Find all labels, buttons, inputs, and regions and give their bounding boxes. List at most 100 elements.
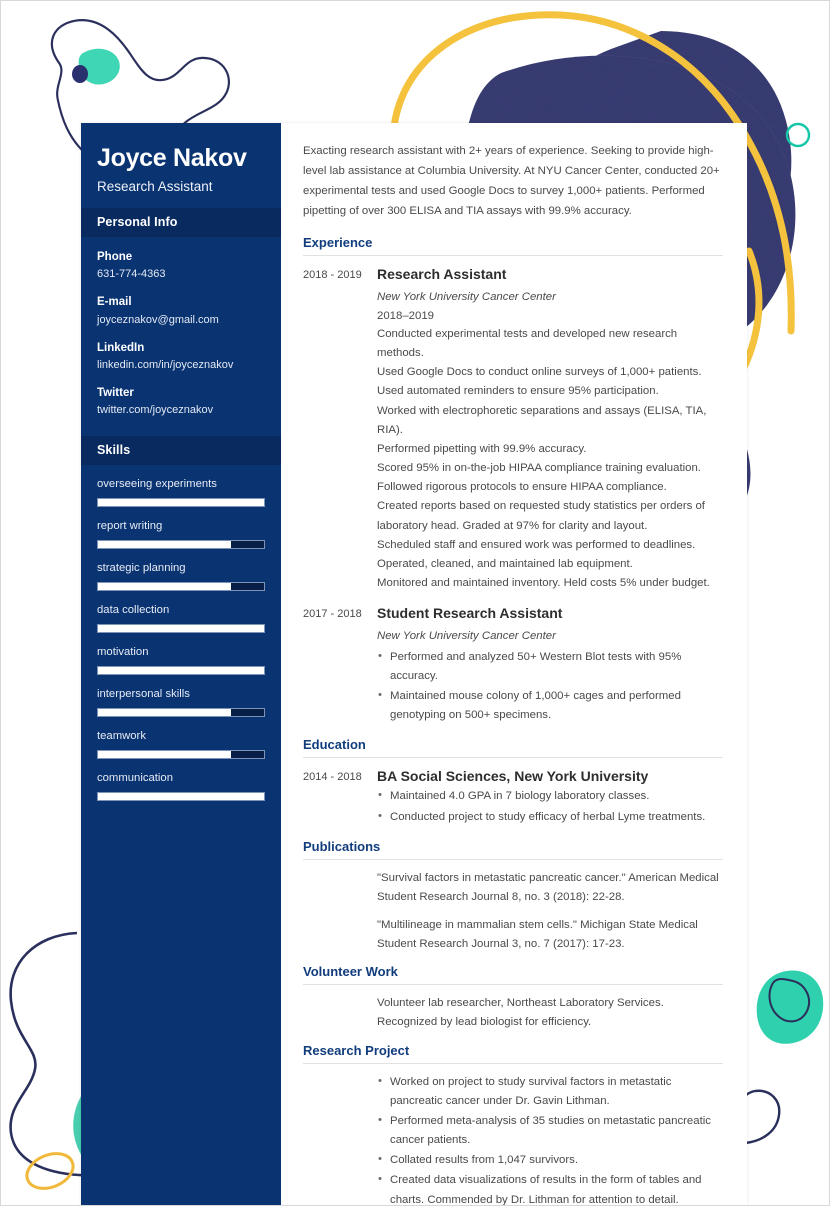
entry-role: Student Research Assistant [377, 605, 563, 622]
navy-dot-top-left [72, 65, 88, 83]
entry-line-list: Conducted experimental tests and develop… [377, 325, 723, 593]
section-heading-skills: Skills [81, 436, 281, 466]
skill-label: teamwork [97, 730, 146, 743]
section-volunteer-work: Volunteer Work Volunteer lab researcher,… [303, 964, 723, 1032]
education-entry: 2014 - 2018 BA Social Sciences, New York… [303, 767, 723, 828]
skill-bar-fill [98, 583, 231, 591]
resume-main-column: Exacting research assistant with 2+ year… [281, 123, 747, 1205]
candidate-header: Joyce Nakov Research Assistant [81, 123, 281, 208]
contact-value-linkedin[interactable]: linkedin.com/in/joyceznakov [97, 357, 265, 374]
entry-bullet-list: Performed and analyzed 50+ Western Blot … [377, 647, 723, 726]
entry-bullet: Maintained 4.0 GPA in 7 biology laborato… [377, 786, 723, 806]
candidate-name: Joyce Nakov [97, 144, 247, 172]
entry-date: 2018 - 2019 [303, 269, 362, 282]
skill-label: strategic planning [97, 562, 186, 575]
contact-label: E-mail [97, 296, 132, 309]
section-title-education: Education [303, 737, 723, 759]
contact-value-phone[interactable]: 631-774-4363 [97, 266, 265, 283]
contact-item-twitter: Twitter twitter.com/joyceznakov [97, 385, 265, 419]
section-title-experience: Experience [303, 235, 723, 257]
candidate-job-title: Research Assistant [97, 179, 213, 194]
contact-value-twitter[interactable]: twitter.com/joyceznakov [97, 402, 265, 419]
skill-bar-track [97, 540, 265, 550]
entry-role: Research Assistant [377, 266, 507, 283]
teal-blob-top-left [78, 48, 120, 85]
skill-item: data collection [97, 604, 265, 634]
contact-label: Phone [97, 251, 133, 263]
publication-item: "Multilineage in mammalian stem cells." … [377, 919, 698, 951]
research-bullet: Created data visualizations of results i… [377, 1170, 723, 1205]
contact-item-phone: Phone 631-774-4363 [97, 249, 265, 283]
volunteer-item: Volunteer lab researcher, Northeast Labo… [377, 997, 664, 1029]
skill-bar-track [97, 750, 265, 760]
research-bullet-list: Worked on project to study survival fact… [377, 1072, 723, 1205]
publication-list: "Survival factors in metastatic pancreat… [303, 869, 723, 955]
research-bullet: Worked on project to study survival fact… [377, 1072, 723, 1111]
section-experience: Experience 2018 - 2019 Research Assistan… [303, 235, 723, 726]
section-title-volunteer-work: Volunteer Work [303, 964, 723, 986]
entry-bullet: Performed and analyzed 50+ Western Blot … [377, 647, 723, 686]
skill-bar-fill [98, 751, 231, 759]
contact-value-email[interactable]: joyceznakov@gmail.com [97, 312, 265, 329]
teal-blob-bottom-right [756, 970, 824, 1044]
skill-bar-fill [98, 541, 231, 549]
research-bullet: Collated results from 1,047 survivors. [377, 1150, 723, 1170]
skill-item: motivation [97, 646, 265, 676]
contact-label: Twitter [97, 386, 134, 399]
contact-item-linkedin: LinkedIn linkedin.com/in/joyceznakov [97, 340, 265, 374]
entry-line: Monitored and maintained inventory. Held… [377, 576, 710, 589]
entry-body: Research Assistant New York University C… [377, 265, 723, 593]
professional-summary: Exacting research assistant with 2+ year… [303, 145, 720, 218]
skill-label: data collection [97, 604, 170, 617]
skill-item: report writing [97, 520, 265, 550]
section-heading-personal-info: Personal Info [81, 208, 281, 237]
skill-label: communication [97, 772, 173, 785]
entry-bullet: Conducted project to study efficacy of h… [377, 807, 723, 827]
skill-item: strategic planning [97, 562, 265, 592]
contact-list: Phone 631-774-4363 E-mail joyceznakov@gm… [81, 237, 281, 436]
resume-sheet: Joyce Nakov Research Assistant Personal … [81, 123, 747, 1205]
section-research-project: Research Project Worked on project to st… [303, 1043, 723, 1205]
entry-organization: New York University Cancer Center [377, 630, 556, 643]
section-title-publications: Publications [303, 839, 723, 860]
entry-organization: New York University Cancer Center [377, 291, 556, 304]
entry-bullet: Maintained mouse colony of 1,000+ cages … [377, 686, 723, 725]
resume-sidebar: Joyce Nakov Research Assistant Personal … [81, 123, 281, 1205]
entry-body: BA Social Sciences, New York University … [377, 767, 723, 828]
research-project-body: Worked on project to study survival fact… [303, 1072, 723, 1205]
teal-ring-icon [785, 122, 811, 148]
entry-line: Scored 95% in on-the-job HIPAA complianc… [377, 462, 701, 494]
skill-label: overseeing experiments [97, 478, 217, 491]
skill-bar-fill [98, 625, 264, 633]
skill-bar-track [97, 792, 265, 802]
entry-line: Worked with electrophoretic separations … [377, 404, 707, 436]
experience-entry: 2018 - 2019 Research Assistant New York … [303, 265, 723, 593]
entry-date: 2017 - 2018 [303, 608, 362, 621]
section-title-research-project: Research Project [303, 1043, 723, 1064]
entry-line: Scheduled staff and ensured work was per… [377, 538, 696, 570]
research-bullet: Performed meta-analysis of 35 studies on… [377, 1111, 723, 1150]
skill-bar-fill [98, 667, 264, 675]
yellow-ring-bottom-left [25, 1152, 75, 1190]
contact-label: LinkedIn [97, 341, 145, 354]
publication-item: "Survival factors in metastatic pancreat… [377, 871, 719, 903]
skill-item: interpersonal skills [97, 688, 265, 718]
section-education: Education 2014 - 2018 BA Social Sciences… [303, 737, 723, 828]
skill-label: report writing [97, 520, 163, 533]
entry-line: Created reports based on requested study… [377, 500, 705, 532]
skill-bar-fill [98, 793, 264, 801]
entry-bullet-list: Maintained 4.0 GPA in 7 biology laborato… [377, 786, 723, 827]
skill-item: overseeing experiments [97, 478, 265, 508]
skill-label: motivation [97, 646, 149, 659]
skill-bar-track [97, 498, 265, 508]
section-publications: Publications "Survival factors in metast… [303, 839, 723, 955]
entry-line: Conducted experimental tests and develop… [377, 327, 678, 360]
skill-bar-track [97, 624, 265, 634]
skill-bar-track [97, 582, 265, 592]
volunteer-list: Volunteer lab researcher, Northeast Labo… [303, 994, 723, 1032]
skill-bar-fill [98, 499, 264, 507]
entry-line: Used Google Docs to conduct online surve… [377, 366, 702, 398]
entry-date: 2014 - 2018 [303, 771, 362, 784]
contact-item-email: E-mail joyceznakov@gmail.com [97, 294, 265, 328]
entry-line: Performed pipetting with 99.9% accuracy. [377, 442, 587, 455]
